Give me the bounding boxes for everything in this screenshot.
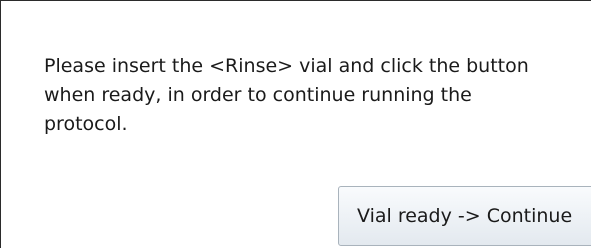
dialog-message: Please insert the <Rinse> vial and click… — [44, 55, 529, 135]
vial-ready-continue-button[interactable]: Vial ready -> Continue — [338, 186, 591, 246]
vial-prompt-dialog: Please insert the <Rinse> vial and click… — [0, 0, 591, 248]
